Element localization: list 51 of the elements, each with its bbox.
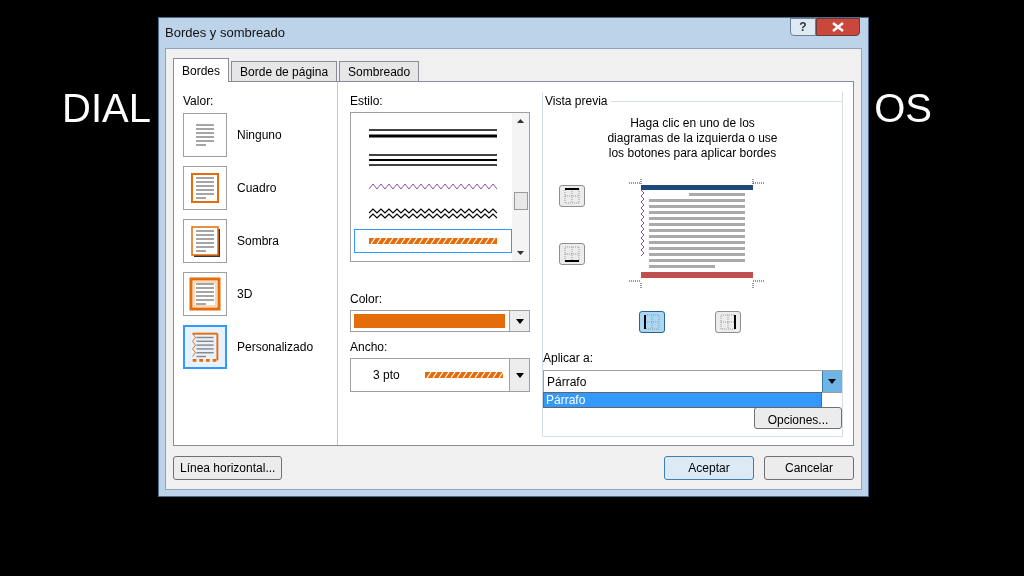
preset-label: Sombra — [237, 233, 280, 250]
tab[interactable]: Sombreado — [339, 61, 420, 81]
line-style-icon — [369, 181, 497, 192]
apply-to-value: Párrafo — [547, 373, 588, 391]
preview-hint: Haga clic en uno de los diagramas de la izquierda o use los botones para aplicar bordes — [606, 116, 779, 161]
style-label: Estilo: — [350, 93, 384, 110]
window-title: Bordes y sombreado — [165, 24, 285, 43]
tab[interactable]: Borde de página — [231, 61, 338, 81]
scroll-up-icon — [517, 119, 524, 123]
border-edge-button[interactable] — [559, 243, 585, 265]
color-label: Color: — [350, 291, 383, 308]
preset-label: Ninguno — [237, 127, 282, 144]
line-style-icon — [369, 126, 497, 139]
border-edge-button[interactable] — [639, 311, 665, 333]
help-button[interactable]: ? — [790, 18, 816, 36]
cancel-button[interactable]: Cancelar — [764, 456, 854, 480]
scrollbar[interactable] — [512, 113, 529, 261]
preset-label: Cuadro — [237, 180, 277, 197]
caret-icon — [515, 372, 524, 378]
preset-label: 3D — [237, 286, 253, 303]
scroll-thumb[interactable] — [513, 192, 528, 210]
ok-button[interactable]: Aceptar — [664, 456, 754, 480]
top-border-icon — [563, 187, 581, 205]
close-button[interactable] — [816, 18, 860, 36]
caret-icon — [828, 379, 836, 384]
border-edge-button[interactable] — [715, 311, 741, 333]
apply-to-label: Aplicar a: — [543, 350, 595, 367]
width-label: Ancho: — [350, 339, 389, 356]
close-icon — [832, 22, 844, 32]
scroll-down-icon — [517, 251, 524, 255]
bottom-border-icon — [563, 245, 581, 263]
horizontal-line-button[interactable]: Línea horizontal... — [173, 456, 283, 480]
options-button[interactable]: Opciones... — [754, 407, 842, 429]
preset-label: Personalizado — [237, 339, 314, 356]
line-style-icon — [369, 152, 497, 167]
caret-icon — [515, 318, 524, 324]
tab[interactable]: Bordes — [173, 58, 230, 82]
style-list[interactable] — [350, 112, 530, 262]
width-dropdown[interactable]: 3 pto — [350, 358, 530, 392]
slide-title: DIAL — [62, 85, 151, 132]
border-edge-button[interactable] — [559, 185, 585, 207]
group-title: Vista previa — [545, 93, 608, 110]
border-preset-button[interactable] — [183, 219, 227, 263]
left-border-icon — [643, 313, 661, 331]
color-dropdown[interactable] — [350, 310, 530, 332]
apply-to-dropdown[interactable]: Párrafo — [543, 370, 842, 393]
right-border-icon — [719, 313, 737, 331]
line-style-icon — [369, 208, 497, 221]
width-value: 3 pto — [373, 367, 401, 384]
setting-label: Valor: — [183, 93, 215, 110]
slide-title: OS — [874, 85, 932, 132]
